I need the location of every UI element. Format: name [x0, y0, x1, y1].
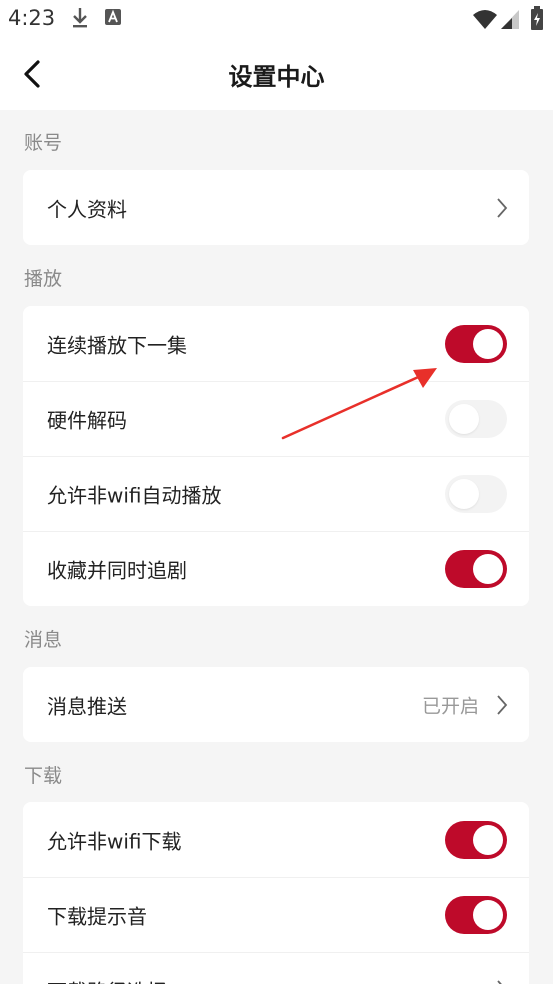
download-sound-row: 下载提示音: [23, 877, 529, 952]
nav-bar: 设置中心: [0, 38, 553, 110]
continuous-play-toggle[interactable]: [445, 324, 507, 363]
download-path-label: 下载路径选择: [47, 976, 167, 984]
favorite-follow-toggle[interactable]: [445, 550, 507, 588]
favorite-follow-row: 收藏并同时追剧: [23, 531, 529, 606]
hardware-decode-row: 硬件解码: [23, 381, 529, 456]
battery-icon: [531, 6, 543, 30]
page-title: 设置中心: [228, 63, 325, 91]
profile-label: 个人资料: [47, 197, 127, 221]
section-label-playback: 播放: [24, 268, 63, 290]
status-bar: 4:23: [0, 0, 553, 38]
hardware-decode-toggle[interactable]: [445, 400, 507, 438]
section-label-download: 下载: [24, 765, 63, 787]
wifi-icon: [473, 10, 497, 29]
toggle-knob: [473, 328, 503, 359]
signal-icon: [501, 10, 519, 29]
hardware-decode-label: 硬件解码: [47, 408, 127, 433]
chevron-right-icon: [497, 694, 508, 715]
playback-card: 连续播放下一集 硬件解码 允许非wifi自动播放 收藏并同时追剧: [23, 306, 529, 606]
status-time: 4:23: [8, 6, 56, 30]
non-wifi-download-row: 允许非wifi下载: [23, 802, 529, 877]
non-wifi-download-toggle[interactable]: [445, 820, 507, 859]
download-path-row[interactable]: 下载路径选择: [23, 952, 529, 984]
toggle-knob: [473, 824, 503, 855]
favorite-follow-label: 收藏并同时追剧: [47, 558, 187, 583]
non-wifi-download-label: 允许非wifi下载: [47, 829, 182, 853]
non-wifi-autoplay-label: 允许非wifi自动播放: [47, 483, 222, 508]
download-card: 允许非wifi下载 下载提示音 下载路径选择: [23, 802, 529, 984]
download-icon: [73, 8, 87, 28]
non-wifi-autoplay-row: 允许非wifi自动播放: [23, 456, 529, 531]
toggle-knob: [449, 404, 479, 434]
push-notification-row[interactable]: 消息推送 已开启: [23, 667, 529, 742]
download-sound-label: 下载提示音: [47, 904, 147, 929]
profile-row[interactable]: 个人资料: [23, 170, 529, 245]
section-label-account: 账号: [24, 132, 63, 154]
continuous-play-label: 连续播放下一集: [47, 333, 187, 357]
toggle-knob: [473, 554, 503, 584]
account-card: 个人资料: [23, 170, 529, 245]
chevron-right-icon: [497, 980, 502, 984]
continuous-play-row: 连续播放下一集: [23, 306, 529, 381]
message-card: 消息推送 已开启: [23, 667, 529, 742]
section-label-message: 消息: [24, 629, 63, 651]
toggle-knob: [473, 900, 503, 930]
download-sound-toggle[interactable]: [445, 896, 507, 934]
app-notification-icon: [105, 9, 121, 25]
chevron-right-icon: [497, 197, 508, 218]
push-notification-status: 已开启: [421, 695, 479, 717]
push-notification-label: 消息推送: [47, 694, 127, 718]
toggle-knob: [449, 479, 479, 509]
non-wifi-autoplay-toggle[interactable]: [445, 475, 507, 513]
